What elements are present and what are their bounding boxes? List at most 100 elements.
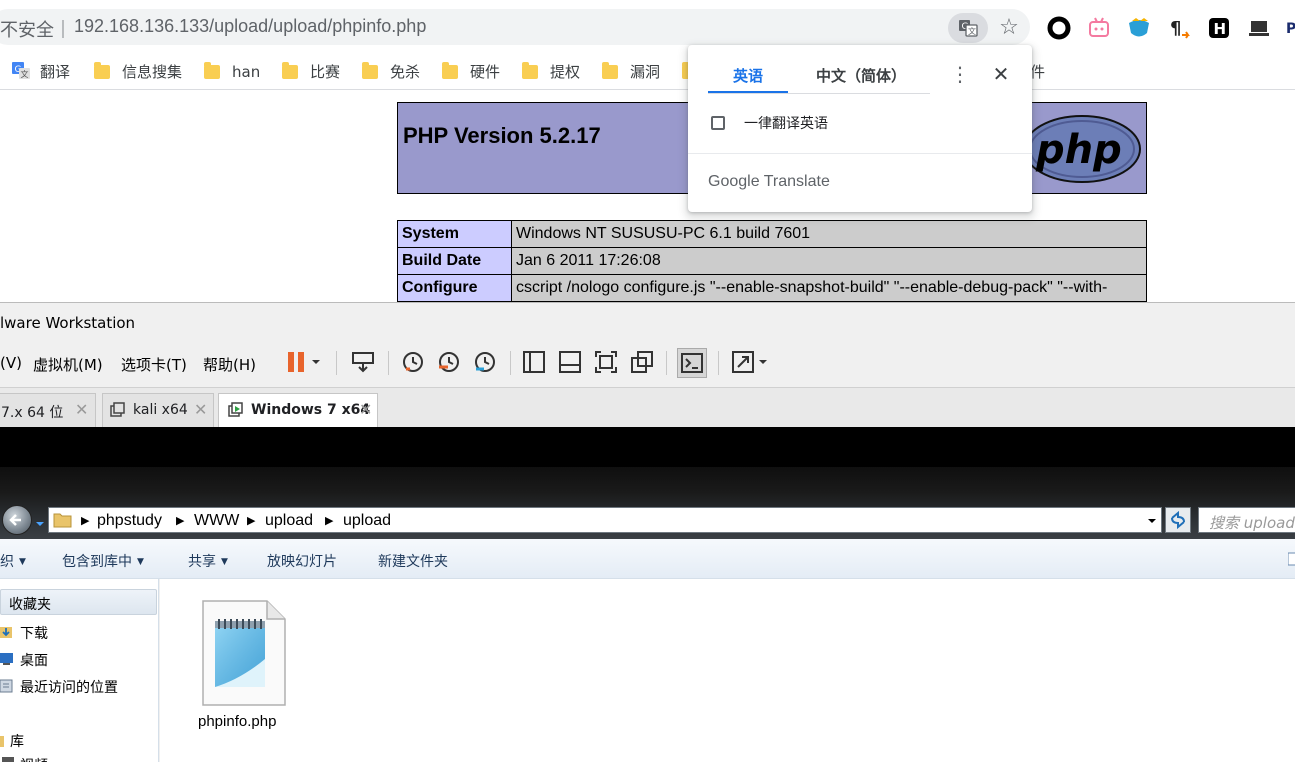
nav-item-libraries[interactable]: 库 (10, 731, 24, 751)
navigation-pane: 收藏夹 下载 桌面 最近访问的位置 库 视频 (0, 579, 159, 762)
svg-text:php: php (1035, 127, 1122, 173)
videos-icon (2, 757, 14, 762)
view-options-icon[interactable] (1288, 551, 1295, 567)
thumbnail-bar-icon[interactable] (557, 349, 583, 375)
file-name-label[interactable]: phpinfo.php (198, 713, 276, 730)
menu-help[interactable]: 帮助(H) (203, 354, 256, 375)
row-value: Jan 6 2011 17:26:08 (511, 247, 1147, 275)
breadcrumb-item[interactable]: upload (343, 512, 391, 530)
text-file-icon[interactable] (201, 599, 287, 709)
chevron-down-icon: ▼ (19, 557, 26, 567)
breadcrumb-arrow-icon[interactable]: ▶ (247, 514, 255, 527)
organize-menu[interactable]: 织 ▼ (0, 551, 26, 571)
refresh-button[interactable] (1165, 507, 1191, 533)
php-version-title: PHP Version 5.2.17 (403, 123, 601, 148)
screen: 不安全｜ 192.168.136.133/upload/upload/phpin… (0, 0, 1295, 762)
extension-h-icon[interactable]: H (1206, 15, 1232, 41)
bookmark-folder-hardware[interactable]: 硬件 (442, 60, 500, 84)
bookmark-folder-han[interactable]: han (204, 60, 260, 84)
pause-icon[interactable] (284, 349, 310, 375)
full-screen-icon[interactable] (593, 349, 619, 375)
revert-snapshot-icon[interactable] (436, 349, 462, 375)
extension-laptop-icon[interactable] (1246, 15, 1272, 41)
always-translate-checkbox[interactable] (711, 116, 725, 130)
close-tab-icon[interactable]: ✕ (359, 400, 372, 419)
php-logo[interactable]: php (1022, 113, 1142, 185)
bookmark-folder-partial-label[interactable]: 件 (1030, 60, 1045, 84)
bookmark-folder-vulns[interactable]: 漏洞 (602, 60, 660, 84)
security-indicator[interactable]: 不安全｜ (0, 16, 72, 42)
vmware-window: lware Workstation (V) 虚拟机(M) 选项卡(T) 帮助(H… (0, 302, 1295, 762)
folder-icon (282, 62, 298, 79)
vm-tab-strip: 7.x 64 位 ✕ kali x64 ✕ Windows 7 x64 ✕ (0, 387, 1295, 427)
extension-bilibili-icon[interactable] (1086, 15, 1112, 41)
downloads-icon (0, 627, 12, 638)
explorer-nav-bar: ▶ phpstudy ▶ WWW ▶ upload ▶ upload 搜索 up… (0, 467, 1295, 539)
send-ctrl-alt-del-icon[interactable] (350, 349, 376, 375)
row-value: cscript /nologo configure.js "--enable-s… (511, 274, 1147, 302)
tab-vm-kali[interactable]: kali x64 ✕ (102, 393, 214, 427)
url-text[interactable]: 192.168.136.133/upload/upload/phpinfo.ph… (74, 16, 426, 37)
include-in-library-menu[interactable]: 包含到库中 ▼ (62, 551, 144, 571)
show-library-icon[interactable] (521, 349, 547, 375)
search-input[interactable]: 搜索 upload (1198, 507, 1295, 533)
share-menu[interactable]: 共享 ▼ (188, 551, 228, 571)
nav-item-downloads[interactable]: 下载 (20, 623, 48, 643)
menu-vm[interactable]: 虚拟机(M) (33, 354, 103, 375)
stretch-guest-icon[interactable] (730, 349, 756, 375)
active-tab-indicator (708, 91, 788, 93)
extension-p-icon[interactable]: P (1284, 15, 1295, 41)
breadcrumb-item[interactable]: WWW (194, 512, 239, 530)
browser-toolbar: 不安全｜ 192.168.136.133/upload/upload/phpin… (0, 0, 1295, 54)
close-tab-icon[interactable]: ✕ (75, 400, 88, 419)
menu-view[interactable]: (V) (0, 354, 22, 372)
breadcrumb-item[interactable]: phpstudy (97, 512, 162, 530)
unity-icon[interactable] (629, 349, 655, 375)
bookmark-folder-contest[interactable]: 比赛 (282, 60, 340, 84)
row-label: Build Date (397, 247, 512, 275)
slideshow-button[interactable]: 放映幻灯片 (267, 551, 337, 571)
favorites-header[interactable]: 收藏夹 (0, 589, 157, 615)
bookmark-folder-privesc[interactable]: 提权 (522, 60, 580, 84)
translate-page-button[interactable]: G 文 (948, 13, 988, 43)
chevron-down-icon: ▼ (137, 557, 144, 567)
more-options-icon[interactable]: ⋮ (950, 62, 970, 86)
svg-text:文: 文 (21, 69, 29, 79)
tab-vm-windows7[interactable]: Windows 7 x64 ✕ (218, 393, 378, 427)
extension-shield-icon[interactable] (1126, 15, 1152, 41)
new-folder-button[interactable]: 新建文件夹 (378, 551, 448, 571)
always-translate-label[interactable]: 一律翻译英语 (744, 113, 828, 133)
address-dropdown-icon[interactable] (1146, 516, 1158, 526)
chevron-down-icon[interactable] (309, 349, 323, 375)
close-tab-icon[interactable]: ✕ (194, 400, 207, 419)
nav-item-recent-places[interactable]: 最近访问的位置 (20, 677, 118, 697)
bookmark-star-icon[interactable]: ☆ (994, 13, 1024, 43)
vm-running-icon (228, 402, 243, 417)
chevron-down-icon[interactable] (756, 349, 770, 375)
nav-item-videos[interactable]: 视频 (20, 755, 48, 762)
close-icon[interactable]: ✕ (990, 62, 1012, 86)
console-view-button[interactable] (677, 348, 707, 378)
breadcrumb-item[interactable]: upload (265, 512, 313, 530)
toolbar-separator (388, 351, 389, 375)
breadcrumb-arrow-icon[interactable]: ▶ (176, 514, 184, 527)
address-bar[interactable]: ▶ phpstudy ▶ WWW ▶ upload ▶ upload (48, 507, 1162, 533)
snapshot-manager-icon[interactable] (472, 349, 498, 375)
recent-pages-chevron-icon[interactable] (34, 519, 46, 529)
svg-text:文: 文 (968, 26, 976, 36)
bookmark-folder-info[interactable]: 信息搜集 (94, 60, 182, 84)
tab-vm-1[interactable]: 7.x 64 位 ✕ (0, 393, 96, 427)
chevron-down-icon: ▼ (221, 557, 228, 567)
tab-target-language[interactable]: 中文（简体） (796, 65, 926, 95)
menu-tabs[interactable]: 选项卡(T) (121, 354, 187, 375)
table-row: Build Date Jan 6 2011 17:26:08 (397, 247, 1147, 275)
breadcrumb-arrow-icon[interactable]: ▶ (325, 514, 333, 527)
bookmark-folder-av-evasion[interactable]: 免杀 (362, 60, 420, 84)
breadcrumb-arrow-icon[interactable]: ▶ (81, 514, 89, 527)
snapshot-icon[interactable] (400, 349, 426, 375)
nav-item-desktop[interactable]: 桌面 (20, 650, 48, 670)
back-button[interactable] (2, 505, 32, 535)
bookmark-translate[interactable]: G 文 翻译 (12, 60, 70, 84)
extension-circle-icon[interactable] (1046, 15, 1072, 41)
extension-pilcrow-icon[interactable]: ¶ (1166, 15, 1192, 41)
